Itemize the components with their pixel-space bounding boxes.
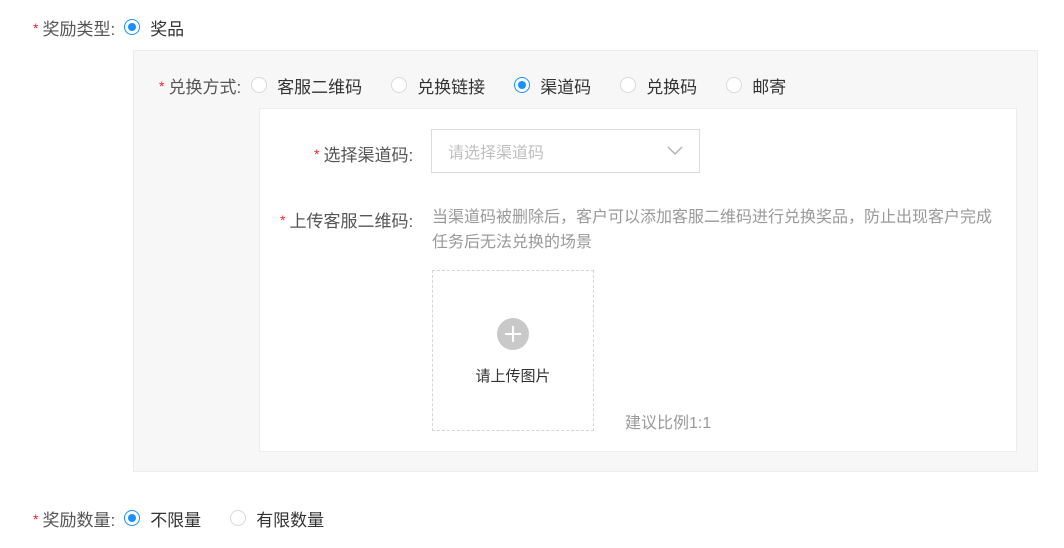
redeem-method-label: 兑换方式: xyxy=(168,77,242,97)
required-mark: * xyxy=(314,146,320,162)
upload-text[interactable]: 请上传图片 xyxy=(433,365,593,386)
ratio-hint: 建议比例1:1 xyxy=(625,415,712,432)
radio-redeem-service-qr[interactable]: 客服二维码 xyxy=(251,73,362,98)
channel-code-label-row: * 选择渠道码: xyxy=(314,141,413,165)
radio-label[interactable]: 客服二维码 xyxy=(277,73,362,98)
image-upload-box[interactable]: 请上传图片 xyxy=(432,270,594,431)
radio-label[interactable]: 有限数量 xyxy=(256,506,324,531)
reward-type-radio-group: 奖品 xyxy=(124,15,184,40)
radio-label[interactable]: 邮寄 xyxy=(752,73,786,98)
radio-label[interactable]: 渠道码 xyxy=(540,73,591,98)
channel-code-select[interactable]: 请选择渠道码 xyxy=(431,129,700,173)
reward-type-label: 奖励类型: xyxy=(42,19,116,39)
radio-checked-icon[interactable] xyxy=(514,77,531,93)
radio-unchecked-icon[interactable] xyxy=(391,77,408,93)
channel-code-placeholder: 请选择渠道码 xyxy=(448,145,545,162)
required-mark: * xyxy=(33,20,39,36)
radio-unchecked-icon[interactable] xyxy=(620,77,637,93)
radio-redeem-code[interactable]: 兑换码 xyxy=(620,73,697,98)
upload-qr-hint: 当渠道码被删除后，客户可以添加客服二维码进行兑换奖品，防止出现客户完成任务后无法… xyxy=(432,209,993,251)
radio-unchecked-icon[interactable] xyxy=(251,77,268,93)
radio-checked-icon[interactable] xyxy=(124,19,141,35)
radio-label[interactable]: 兑换链接 xyxy=(417,73,485,98)
radio-label[interactable]: 奖品 xyxy=(150,15,184,40)
upload-qr-label-row: * 上传客服二维码: xyxy=(280,207,413,231)
radio-checked-icon[interactable] xyxy=(124,510,141,526)
upload-qr-label: 上传客服二维码: xyxy=(289,211,414,231)
radio-quantity-unlimited[interactable]: 不限量 xyxy=(124,506,201,531)
redeem-method-radio-group: 客服二维码 兑换链接 渠道码 兑换码 邮寄 xyxy=(251,73,786,98)
plus-icon[interactable] xyxy=(497,318,529,350)
channel-code-label: 选择渠道码: xyxy=(323,145,414,165)
required-mark: * xyxy=(280,212,286,228)
radio-redeem-channel-code[interactable]: 渠道码 xyxy=(514,73,591,98)
required-mark: * xyxy=(33,511,39,527)
radio-unchecked-icon[interactable] xyxy=(230,510,247,526)
radio-redeem-link[interactable]: 兑换链接 xyxy=(391,73,485,98)
radio-redeem-mail[interactable]: 邮寄 xyxy=(726,73,786,98)
radio-quantity-limited[interactable]: 有限数量 xyxy=(230,506,324,531)
reward-quantity-label: 奖励数量: xyxy=(42,510,116,530)
redeem-method-row: * 兑换方式: 客服二维码 兑换链接 渠道码 兑换码 邮寄 xyxy=(159,73,786,97)
radio-unchecked-icon[interactable] xyxy=(726,77,743,93)
radio-reward-type-prize[interactable]: 奖品 xyxy=(124,15,184,40)
reward-quantity-row: * 奖励数量: 不限量 有限数量 xyxy=(33,506,324,530)
reward-type-row: * 奖励类型: 奖品 xyxy=(33,15,184,39)
required-mark: * xyxy=(159,78,165,94)
chevron-down-icon[interactable] xyxy=(667,146,683,156)
reward-quantity-radio-group: 不限量 有限数量 xyxy=(124,506,324,531)
radio-label[interactable]: 兑换码 xyxy=(646,73,697,98)
radio-label[interactable]: 不限量 xyxy=(150,506,201,531)
